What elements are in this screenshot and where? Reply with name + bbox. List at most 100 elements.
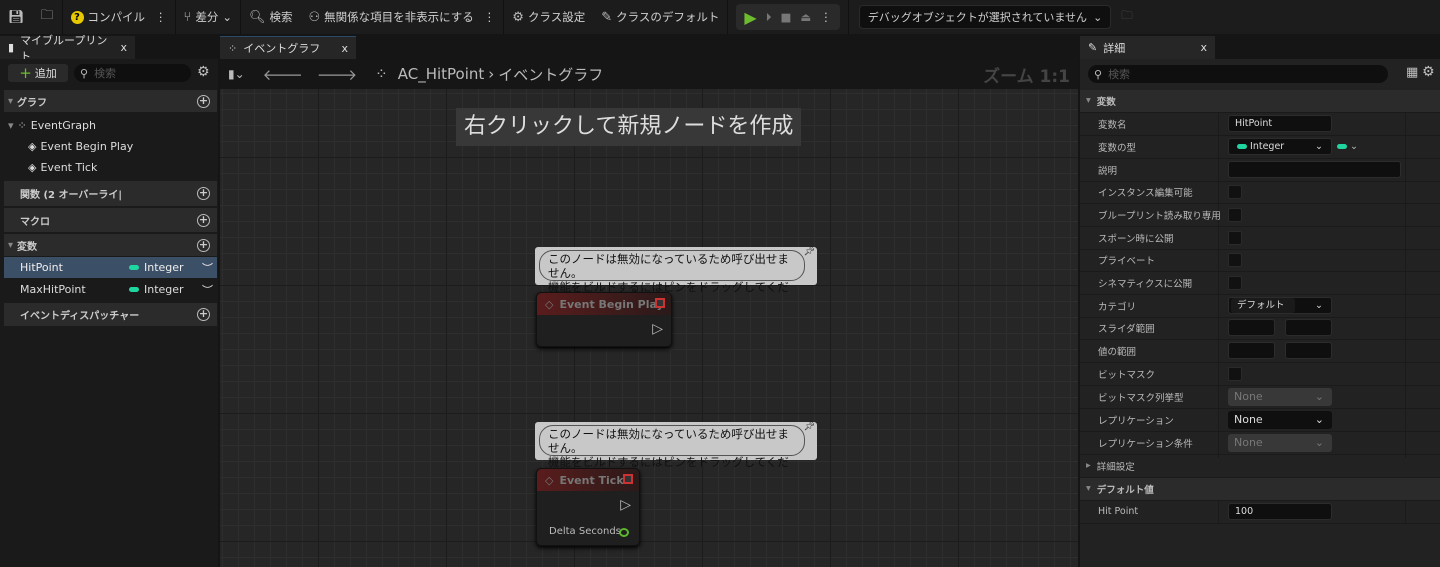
tab-details[interactable]: ✎ 詳細 x — [1080, 36, 1215, 59]
close-icon[interactable]: x — [1200, 41, 1207, 54]
exec-pin-icon[interactable]: ▷ — [652, 321, 663, 337]
private-checkbox[interactable] — [1228, 252, 1242, 267]
instance-editable-checkbox[interactable] — [1228, 184, 1242, 199]
slider-min-input[interactable] — [1228, 319, 1275, 337]
event-icon: ◇ — [545, 473, 554, 487]
add-icon[interactable]: + — [197, 94, 210, 108]
eye-closed-icon[interactable]: ︶ — [202, 282, 213, 298]
forward-arrow-icon[interactable]: 🡒 — [317, 65, 357, 84]
close-icon[interactable]: x — [120, 41, 127, 54]
default-value-input[interactable]: 100 — [1228, 503, 1332, 521]
section-macros[interactable]: マクロ + — [4, 208, 217, 232]
delegate-pin[interactable] — [623, 474, 633, 484]
replication-dropdown[interactable]: None ⌄ — [1228, 410, 1332, 429]
row-replication-condition: レプリケーション条件 None ⌄ — [1080, 432, 1440, 455]
variable-item-hitpoint[interactable]: HitPoint Integer ︶ — [4, 257, 217, 278]
exec-pin-icon[interactable]: ▷ — [620, 497, 631, 513]
add-icon[interactable]: + — [197, 213, 210, 227]
browse-button[interactable]: 🗀 — [33, 0, 62, 34]
back-arrow-icon[interactable]: 🡐 — [263, 65, 303, 84]
variable-type-dropdown[interactable]: Integer ⌄ — [1228, 138, 1332, 156]
add-icon[interactable]: + — [197, 238, 210, 252]
class-defaults-button[interactable]: ✎ クラスのデフォルト — [593, 0, 727, 34]
gear-icon[interactable]: ⚙ — [197, 64, 210, 80]
pin-icon[interactable]: 📌︎ — [804, 422, 815, 432]
chevron-down-icon: ⌄ — [1315, 141, 1323, 153]
add-icon[interactable]: + — [197, 308, 210, 321]
bp-readonly-checkbox[interactable] — [1228, 207, 1242, 222]
tab-event-graph[interactable]: ⁘ イベントグラフ x — [220, 36, 356, 59]
close-icon[interactable]: x — [341, 42, 348, 55]
gear-icon[interactable]: ⚙ — [1422, 64, 1435, 80]
search-input[interactable]: ⚲ 検索 — [74, 64, 191, 82]
section-default-value[interactable]: ▾ デフォルト値 — [1080, 478, 1440, 501]
tree-item-eventgraph[interactable]: ▾ ⁘ EventGraph — [4, 115, 217, 135]
delegate-pin[interactable] — [655, 298, 665, 308]
more-icon[interactable]: ⋮ — [820, 10, 832, 24]
node-title: Event Tick — [559, 473, 624, 487]
add-icon[interactable]: + — [197, 187, 210, 200]
property-label: ビットマスク — [1098, 369, 1156, 381]
table-view-icon[interactable]: ▦ — [1406, 65, 1418, 80]
graph-nav-bar: ▮⌄ 🡐 🡒 ⁘ AC_HitPoint › イベントグラフ ズーム 1:1 — [220, 59, 1078, 89]
expose-cinematics-checkbox[interactable] — [1228, 275, 1242, 290]
more-icon[interactable]: ⋮ — [484, 10, 496, 24]
node-event-begin-play[interactable]: ◇ Event Begin Play ▷ — [536, 292, 672, 347]
section-label: 変数 — [1096, 96, 1116, 108]
breadcrumb-blueprint[interactable]: AC_HitPoint — [398, 65, 485, 83]
bookmark-icon[interactable]: ▮⌄ — [228, 67, 245, 81]
compile-button[interactable]: ? コンパイル ⋮ — [63, 0, 175, 34]
description-input[interactable] — [1228, 161, 1401, 179]
category-value[interactable]: デフォルト — [1231, 298, 1295, 314]
float-pin-icon[interactable] — [619, 528, 629, 537]
node-event-tick[interactable]: ◇ Event Tick ▷ Delta Seconds — [536, 468, 640, 546]
section-dispatchers[interactable]: イベントディスパッチャー + — [4, 303, 217, 326]
breadcrumb-graph[interactable]: イベントグラフ — [498, 64, 603, 85]
play-icon[interactable]: ▶ — [744, 8, 756, 27]
pin-icon[interactable]: 📌︎ — [804, 247, 815, 257]
section-label: 詳細設定 — [1096, 461, 1135, 473]
container-type-dropdown[interactable]: ⌄ — [1337, 141, 1358, 152]
value-max-input[interactable] — [1285, 342, 1332, 360]
item-label: EventGraph — [30, 118, 97, 132]
integer-pin-icon — [1237, 144, 1247, 150]
pin-label: Delta Seconds — [549, 526, 621, 537]
section-variable[interactable]: ▾ 変数 — [1080, 90, 1440, 113]
search-label: 検索 — [269, 10, 293, 24]
variable-item-maxhitpoint[interactable]: MaxHitPoint Integer ︶ — [4, 279, 217, 300]
folder-icon[interactable]: 🗀 — [1121, 8, 1133, 27]
event-icon: ◈ — [28, 139, 37, 153]
add-button[interactable]: + 追加 — [8, 64, 68, 82]
more-icon[interactable]: ⋮ — [155, 10, 167, 24]
save-button[interactable]: 💾︎ — [0, 0, 33, 34]
hide-unrelated-button[interactable]: ⚇ 無関係な項目を非表示にする ⋮ — [301, 0, 504, 34]
row-var-type: 変数の型 Integer ⌄ ⌄ — [1080, 136, 1440, 159]
value-min-input[interactable] — [1228, 342, 1275, 360]
stop-icon[interactable]: ■ — [780, 10, 791, 24]
details-search-input[interactable]: ⚲ 検索 — [1088, 65, 1388, 83]
slider-max-input[interactable] — [1285, 319, 1332, 337]
step-icon[interactable]: ⏵ — [766, 10, 772, 25]
bitmask-checkbox[interactable] — [1228, 366, 1242, 381]
category-combo[interactable]: デフォルト ⌄ — [1228, 297, 1332, 315]
graph-canvas[interactable]: ▮⌄ 🡐 🡒 ⁘ AC_HitPoint › イベントグラフ ズーム 1:1 右… — [220, 59, 1078, 567]
tree-item-event[interactable]: ◈ Event Tick — [28, 157, 241, 177]
section-advanced[interactable]: ▸ 詳細設定 — [1080, 455, 1440, 478]
variable-name: MaxHitPoint — [20, 283, 86, 296]
class-settings-button[interactable]: ⚙ クラス設定 — [504, 0, 593, 34]
integer-pin-icon — [129, 287, 139, 292]
variable-name-input[interactable]: HitPoint — [1228, 115, 1332, 133]
search-button[interactable]: 🔍︎ 検索 — [241, 0, 301, 34]
section-graphs[interactable]: ▾ グラフ + — [4, 90, 217, 112]
section-variables[interactable]: ▾ 変数 + — [4, 234, 217, 256]
diff-button[interactable]: ⑂ 差分 ⌄ — [176, 0, 240, 34]
debug-object-dropdown[interactable]: デバッグオブジェクトが選択されていません ⌄ — [858, 5, 1112, 29]
section-functions[interactable]: 関数 (2 オーバーライ| + — [4, 181, 217, 206]
tab-my-blueprint[interactable]: ▮ マイブループリント x — [0, 34, 135, 63]
hide-unrelated-icon: ⚇ — [308, 9, 321, 25]
eject-icon[interactable]: ⏏ — [800, 10, 811, 24]
eye-closed-icon[interactable]: ︶ — [202, 260, 213, 276]
section-label: イベントディスパッチャー — [20, 311, 140, 322]
tree-item-event[interactable]: ◈ Event Begin Play — [28, 136, 241, 156]
expose-spawn-checkbox[interactable] — [1228, 230, 1242, 245]
